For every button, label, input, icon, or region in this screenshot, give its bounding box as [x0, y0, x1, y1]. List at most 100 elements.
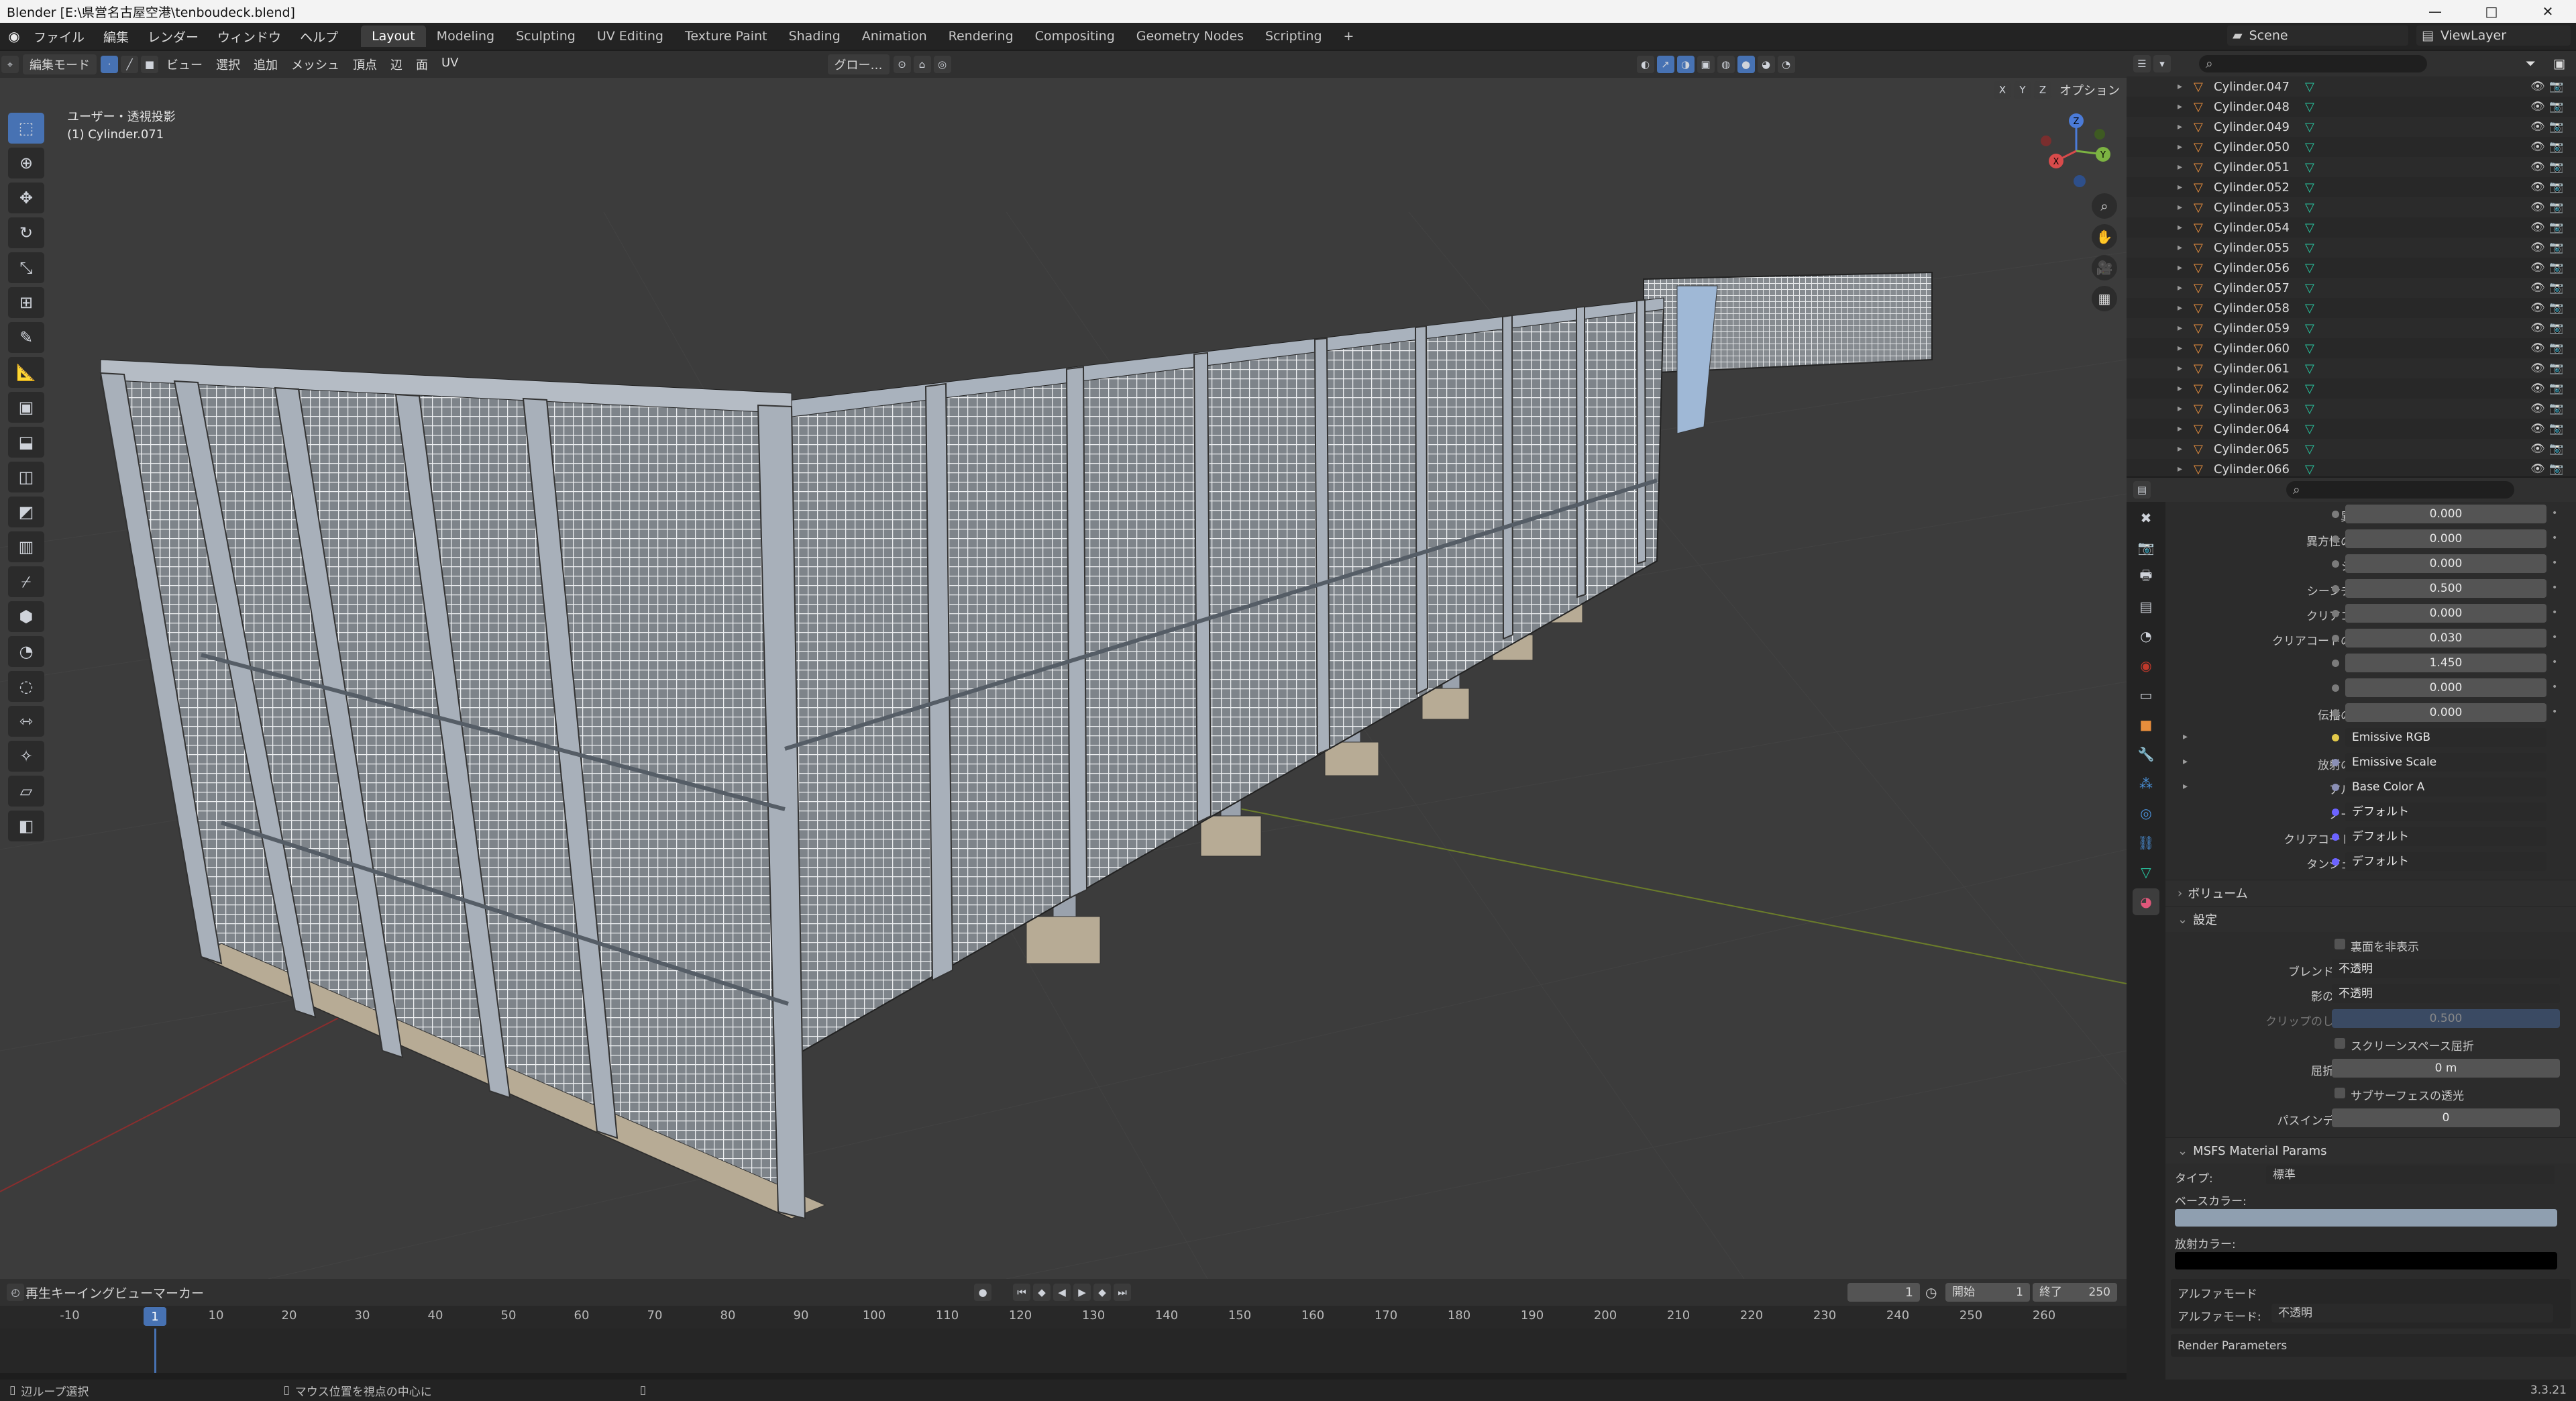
measure-icon[interactable]: 📐 — [8, 357, 44, 388]
menu-item-0[interactable]: ファイル — [24, 28, 94, 46]
visibility-eye-icon[interactable]: 👁 — [2530, 180, 2545, 194]
mirror-x-button[interactable]: X — [1994, 81, 2011, 99]
menu-item-2[interactable]: レンダー — [138, 28, 208, 46]
camera-view-icon[interactable]: 🎥 — [2092, 255, 2117, 280]
render-params-row[interactable]: Render Parameters — [2171, 1334, 2576, 1357]
outliner-row[interactable]: ▸ ▽ Cylinder.050 ▽ 👁 📷 — [2127, 137, 2576, 157]
socket-dot-icon[interactable] — [2332, 709, 2339, 717]
outliner-row[interactable]: ▸ ▽ Cylinder.061 ▽ 👁 📷 — [2127, 358, 2576, 378]
viewport-menu-6[interactable]: 面 — [409, 56, 435, 73]
object-tab-icon[interactable]: ■ — [2133, 711, 2159, 738]
viewport-menu-4[interactable]: 頂点 — [346, 56, 384, 73]
socket-dot-icon[interactable] — [2332, 684, 2339, 692]
expand-arrow-icon[interactable]: ▸ — [2178, 202, 2182, 213]
expand-arrow-icon[interactable]: ▸ — [2178, 383, 2182, 394]
property-value-field[interactable]: 1.450 — [2345, 654, 2546, 672]
visibility-eye-icon[interactable]: 👁 — [2530, 281, 2545, 295]
start-frame-field[interactable]: 開始 1 — [1945, 1283, 2030, 1302]
outliner-row[interactable]: ▸ ▽ Cylinder.054 ▽ 👁 📷 — [2127, 217, 2576, 238]
scene-selector[interactable]: ▰ Scene — [2227, 25, 2408, 46]
expand-arrow-icon[interactable]: ▸ — [2178, 423, 2182, 434]
menu-item-1[interactable]: 編集 — [94, 28, 138, 46]
expand-arrow-icon[interactable]: ▸ — [2178, 444, 2182, 454]
expand-arrow-icon[interactable]: ▸ — [2178, 323, 2182, 333]
navigation-gizmo[interactable]: Z Y X — [2039, 107, 2113, 195]
clip-threshold-field[interactable]: 0.500 — [2332, 1009, 2560, 1028]
shrink-fatten-icon[interactable]: ✧ — [8, 741, 44, 772]
outliner-row[interactable]: ▸ ▽ Cylinder.065 ▽ 👁 📷 — [2127, 439, 2576, 459]
visibility-eye-icon[interactable]: 👁 — [2530, 261, 2545, 274]
viewport-menu-5[interactable]: 辺 — [384, 56, 409, 73]
visibility-eye-icon[interactable]: 👁 — [2530, 221, 2545, 234]
add-cube-icon[interactable]: ▣ — [8, 392, 44, 423]
timeline-menu-3[interactable]: マーカー — [153, 1284, 204, 1302]
visibility-eye-icon[interactable]: 👁 — [2530, 402, 2545, 415]
rip-icon[interactable]: ◧ — [8, 811, 44, 841]
expand-arrow-icon[interactable]: ▸ — [2178, 262, 2182, 273]
play-reverse-icon[interactable]: ◀ — [1053, 1284, 1071, 1301]
keyframe-dot-icon[interactable]: • — [2552, 558, 2557, 568]
render-camera-icon[interactable]: 📷 — [2549, 281, 2563, 295]
proportional-icon[interactable]: ◎ — [933, 56, 951, 73]
material-shading-icon[interactable]: ◕ — [1757, 56, 1775, 73]
end-frame-field[interactable]: 終了 250 — [2033, 1283, 2117, 1302]
msfs-type-dropdown[interactable]: 標準 — [2266, 1165, 2555, 1184]
render-camera-icon[interactable]: 📷 — [2549, 301, 2563, 315]
render-camera-icon[interactable]: 📷 — [2549, 382, 2563, 395]
edge-select-icon[interactable]: ╱ — [121, 56, 138, 73]
extrude-icon[interactable]: ⬓ — [8, 427, 44, 458]
physics-tab-icon[interactable]: ◎ — [2133, 800, 2159, 827]
property-value-field[interactable]: 0.000 — [2345, 703, 2546, 722]
expand-arrow-icon[interactable]: ▸ — [2178, 403, 2182, 414]
keyframe-dot-icon[interactable]: • — [2552, 508, 2557, 519]
base-color-swatch[interactable] — [2175, 1209, 2557, 1227]
overlay-icon[interactable]: ◑ — [1676, 56, 1695, 73]
property-value-field[interactable]: 0.000 — [2345, 554, 2546, 573]
keyframe-dot-icon[interactable]: • — [2552, 707, 2557, 717]
render-camera-icon[interactable]: 📷 — [2549, 80, 2563, 93]
tab-workspace-5[interactable]: Shading — [778, 25, 851, 47]
keyframe-dot-icon[interactable]: • — [2552, 607, 2557, 618]
visibility-eye-icon[interactable]: 👁 — [2530, 140, 2545, 154]
render-camera-icon[interactable]: 📷 — [2549, 261, 2563, 274]
menu-item-3[interactable]: ウィンドウ — [208, 28, 290, 46]
expand-arrow-icon[interactable]: ▸ — [2178, 282, 2182, 293]
select-box-icon[interactable]: ⬚ — [8, 113, 44, 144]
link-value-field[interactable]: Base Color A — [2345, 778, 2546, 796]
expand-arrow-icon[interactable]: ▸ — [2183, 756, 2188, 767]
render-camera-icon[interactable]: 📷 — [2549, 362, 2563, 375]
visibility-eye-icon[interactable]: 👁 — [2530, 362, 2545, 375]
keyframe-dot-icon[interactable]: • — [2552, 682, 2557, 692]
tab-workspace-8[interactable]: Compositing — [1024, 25, 1126, 47]
tab-workspace-0[interactable]: Layout — [361, 25, 426, 47]
outliner-row[interactable]: ▸ ▽ Cylinder.056 ▽ 👁 📷 — [2127, 258, 2576, 278]
render-camera-icon[interactable]: 📷 — [2549, 221, 2563, 234]
property-value-field[interactable]: 0.000 — [2345, 678, 2546, 697]
socket-dot-icon[interactable] — [2332, 511, 2339, 518]
transform-icon[interactable]: ⊞ — [8, 287, 44, 318]
add-workspace-button[interactable]: + — [1333, 25, 1365, 47]
expand-arrow-icon[interactable]: ▸ — [2183, 781, 2188, 792]
properties-search[interactable]: ⌕ — [2286, 481, 2514, 499]
expand-arrow-icon[interactable]: ▸ — [2178, 142, 2182, 152]
property-value-field[interactable]: 0.000 — [2345, 505, 2546, 523]
render-camera-icon[interactable]: 📷 — [2549, 321, 2563, 335]
expand-arrow-icon[interactable]: ▸ — [2178, 222, 2182, 233]
render-camera-icon[interactable]: 📷 — [2549, 180, 2563, 194]
rendered-shading-icon[interactable]: ◔ — [1777, 56, 1795, 73]
maximize-button[interactable]: □ — [2463, 0, 2520, 23]
outliner-row[interactable]: ▸ ▽ Cylinder.049 ▽ 👁 📷 — [2127, 117, 2576, 137]
face-select-icon[interactable]: ■ — [141, 56, 158, 73]
socket-dot-icon[interactable] — [2332, 535, 2339, 543]
shear-icon[interactable]: ▱ — [8, 776, 44, 807]
pivot-icon[interactable]: ⊙ — [893, 56, 911, 73]
visibility-eye-icon[interactable]: 👁 — [2530, 80, 2545, 93]
outliner-editor-icon[interactable]: ☰ — [2133, 55, 2151, 72]
shadow-mode-dropdown[interactable]: 不透明 — [2332, 984, 2560, 1003]
jump-start-icon[interactable]: ⏮ — [1013, 1284, 1030, 1301]
world-tab-icon[interactable]: ◉ — [2133, 652, 2159, 679]
refraction-depth-field[interactable]: 0 m — [2332, 1059, 2560, 1078]
outliner-search[interactable]: ⌕ — [2199, 55, 2427, 72]
snap-icon[interactable]: ⌂ — [913, 56, 931, 73]
expand-arrow-icon[interactable]: ▸ — [2178, 464, 2182, 474]
